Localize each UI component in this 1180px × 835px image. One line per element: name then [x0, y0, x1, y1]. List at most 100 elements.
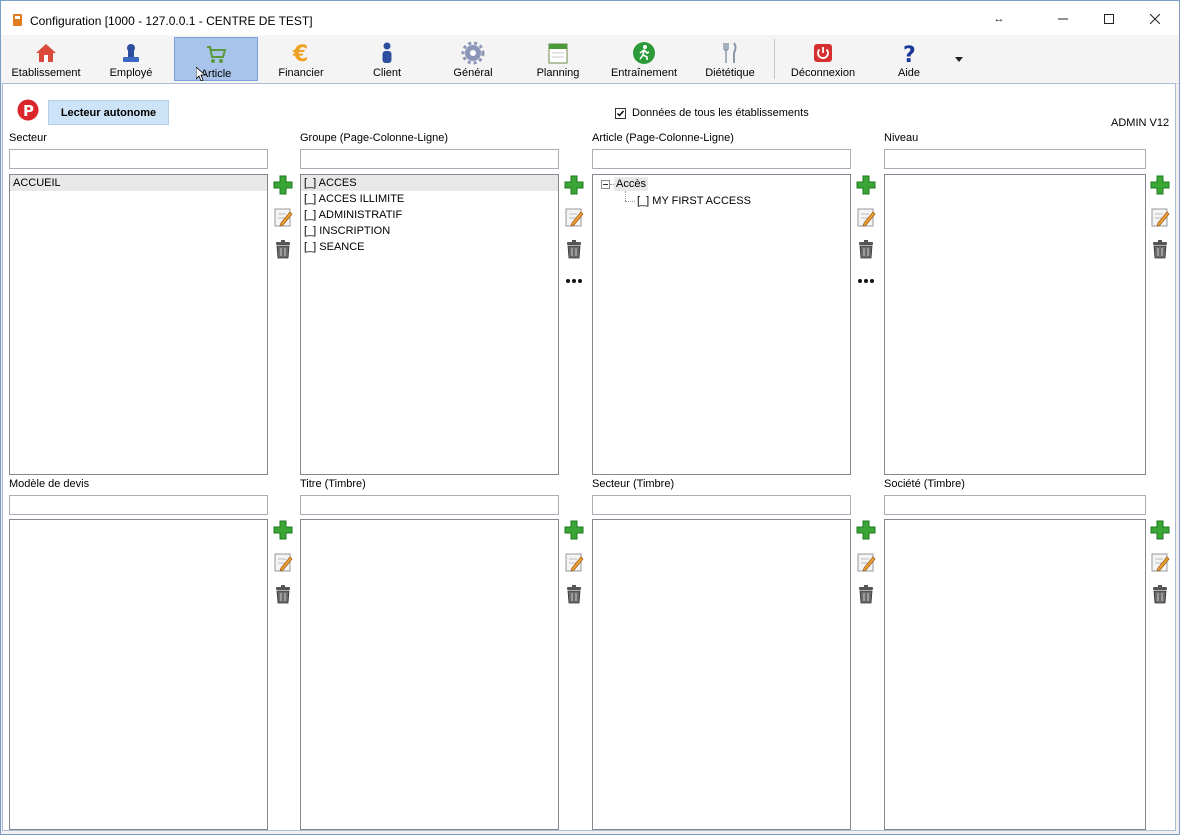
toolbar-financier[interactable]: € Financier	[259, 37, 343, 81]
list-item[interactable]: [_] ADMINISTRATIF	[301, 207, 558, 223]
lecteur-autonome-button[interactable]: Lecteur autonome	[48, 100, 169, 125]
list-item[interactable]: ACCUEIL	[10, 175, 267, 191]
edit-icon	[274, 208, 293, 227]
list-item[interactable]: [_] INSCRIPTION	[301, 223, 558, 239]
maximize-button[interactable]	[1089, 7, 1129, 31]
add-button[interactable]	[272, 174, 294, 196]
delete-button[interactable]	[1149, 238, 1171, 260]
societe-timbre-filter-input[interactable]	[884, 495, 1146, 515]
edit-icon	[857, 208, 876, 227]
titre-timbre-filter-input[interactable]	[300, 495, 559, 515]
groupe-list[interactable]: [_] ACCES [_] ACCES ILLIMITE [_] ADMINIS…	[300, 174, 559, 475]
trash-icon	[859, 585, 873, 604]
list-item[interactable]: [_] ACCES	[301, 175, 558, 191]
toolbar-general[interactable]: Général	[431, 37, 515, 81]
toolbar-entrainement[interactable]: Entraînement	[602, 37, 686, 81]
add-button[interactable]	[272, 519, 294, 541]
all-sites-label: Données de tous les établissements	[632, 107, 809, 119]
euro-icon: €	[292, 42, 308, 65]
app-brand-logo-icon: P	[17, 99, 39, 121]
secteur-timbre-list[interactable]	[592, 519, 851, 830]
article-tree[interactable]: Accès [_] MY FIRST ACCESS	[592, 174, 851, 475]
groupe-filter-input[interactable]	[300, 149, 559, 169]
more-options-icon	[858, 279, 874, 283]
minimize-button[interactable]	[1043, 7, 1083, 31]
list-item[interactable]: [_] ACCES ILLIMITE	[301, 191, 558, 207]
toolbar-more-icon[interactable]	[954, 55, 964, 63]
modele-devis-filter-input[interactable]	[9, 495, 268, 515]
add-button[interactable]	[563, 174, 585, 196]
tree-collapse-icon[interactable]	[601, 180, 610, 189]
close-button[interactable]	[1135, 7, 1175, 31]
societe-timbre-list[interactable]	[884, 519, 1146, 830]
version-label: ADMIN V12	[1111, 117, 1170, 129]
titre-timbre-list[interactable]	[300, 519, 559, 830]
more-options-icon	[566, 279, 582, 283]
delete-button[interactable]	[855, 583, 877, 605]
edit-icon	[1151, 208, 1170, 227]
toolbar-separator	[774, 39, 775, 79]
edit-button[interactable]	[855, 206, 877, 228]
niveau-list[interactable]	[884, 174, 1146, 475]
toolbar-deconnexion[interactable]: Déconnexion	[781, 37, 865, 81]
secteur-filter-input[interactable]	[9, 149, 268, 169]
toolbar-label: Etablissement	[11, 67, 81, 79]
edit-button[interactable]	[563, 551, 585, 573]
gear-icon	[461, 41, 485, 65]
add-button[interactable]	[563, 519, 585, 541]
delete-button[interactable]	[855, 238, 877, 260]
add-icon	[856, 520, 876, 540]
add-icon	[856, 175, 876, 195]
edit-icon	[274, 553, 293, 572]
toolbar-label: Article	[200, 68, 232, 80]
more-options-button[interactable]	[855, 270, 877, 292]
delete-button[interactable]	[563, 238, 585, 260]
delete-button[interactable]	[272, 238, 294, 260]
secteur-list[interactable]: ACCUEIL	[9, 174, 268, 475]
tree-node-root[interactable]: Accès	[614, 177, 648, 191]
article-filter-input[interactable]	[592, 149, 851, 169]
add-button[interactable]	[855, 174, 877, 196]
add-icon	[273, 520, 293, 540]
delete-button[interactable]	[1149, 583, 1171, 605]
toolbar-article[interactable]: Article	[174, 37, 258, 81]
add-button[interactable]	[1149, 174, 1171, 196]
toolbar-dietetique[interactable]: Diététique	[688, 37, 772, 81]
resize-icon[interactable]: ↔	[979, 7, 1019, 31]
tree-connector	[625, 201, 635, 202]
add-button[interactable]	[855, 519, 877, 541]
edit-icon	[565, 208, 584, 227]
edit-button[interactable]	[272, 206, 294, 228]
delete-button[interactable]	[563, 583, 585, 605]
edit-button[interactable]	[1149, 206, 1171, 228]
edit-button[interactable]	[855, 551, 877, 573]
secteur-timbre-filter-input[interactable]	[592, 495, 851, 515]
modele-devis-label: Modèle de devis	[9, 478, 90, 490]
edit-button[interactable]	[272, 551, 294, 573]
add-icon	[273, 175, 293, 195]
toolbar-employe[interactable]: Employé	[89, 37, 173, 81]
tree-node-child[interactable]: [_] MY FIRST ACCESS	[637, 193, 751, 209]
toolbar-label: Planning	[536, 67, 580, 79]
title-bar: Configuration [1000 - 127.0.0.1 - CENTRE…	[1, 1, 1179, 35]
toolbar-aide[interactable]: ? Aide	[867, 37, 951, 81]
edit-button[interactable]	[1149, 551, 1171, 573]
cutlery-icon	[723, 42, 737, 63]
edit-icon	[1151, 553, 1170, 572]
edit-button[interactable]	[563, 206, 585, 228]
list-item[interactable]: [_] SEANCE	[301, 239, 558, 255]
shopping-cart-icon	[207, 46, 227, 63]
person-icon	[382, 42, 392, 63]
delete-button[interactable]	[272, 583, 294, 605]
more-options-button[interactable]	[563, 270, 585, 292]
toolbar-etablissement[interactable]: Etablissement	[4, 37, 88, 81]
all-sites-checkbox[interactable]	[615, 107, 626, 119]
modele-devis-list[interactable]	[9, 519, 268, 830]
niveau-filter-input[interactable]	[884, 149, 1146, 169]
trash-icon	[276, 585, 290, 604]
all-sites-checkbox-row[interactable]: Données de tous les établissements	[615, 107, 809, 119]
toolbar-client[interactable]: Client	[345, 37, 429, 81]
mouse-cursor-icon	[196, 67, 206, 81]
add-button[interactable]	[1149, 519, 1171, 541]
toolbar-planning[interactable]: Planning	[516, 37, 600, 81]
